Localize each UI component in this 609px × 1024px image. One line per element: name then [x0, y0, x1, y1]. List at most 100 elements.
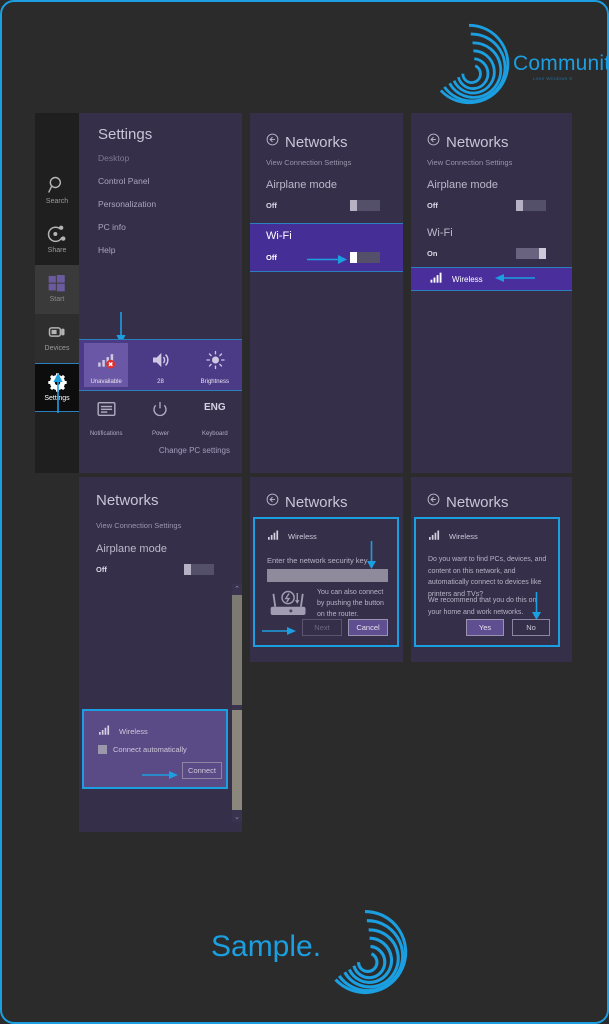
swirl-logo-icon	[425, 20, 513, 113]
wifi-signal-icon	[428, 527, 441, 545]
system-tile-keyboard[interactable]: ENG Keyboard	[193, 395, 237, 439]
sidebar-label: Devices	[44, 345, 70, 352]
wifi-state: On	[427, 249, 438, 258]
annotation-arrow-right	[307, 252, 347, 270]
sample-title: Sample.	[211, 930, 322, 963]
settings-item-pc-info[interactable]: PC info	[98, 222, 126, 232]
quick-tile-network[interactable]: Unavailable	[84, 343, 129, 387]
share-icon	[35, 222, 79, 246]
airplane-mode-toggle[interactable]	[350, 200, 380, 211]
airplane-mode-state: Off	[266, 201, 277, 210]
wifi-toggle[interactable]	[516, 248, 546, 259]
windows-icon	[35, 271, 79, 295]
router-hint: You can also connect by pushing the butt…	[317, 589, 384, 618]
settings-item-personalization[interactable]: Personalization	[98, 199, 156, 209]
airplane-mode-state: Off	[427, 201, 438, 210]
connect-button[interactable]: Connect	[182, 762, 222, 779]
cancel-button[interactable]: Cancel	[348, 619, 388, 636]
network-name: Wireless	[452, 274, 483, 284]
yes-button[interactable]: Yes	[466, 619, 504, 636]
page-root: Community Love Windows 8 Search S	[0, 0, 609, 1024]
page-title: Networks	[285, 133, 348, 151]
brand-subtitle: Love Windows 8	[533, 76, 573, 81]
system-tile-power[interactable]: Power	[138, 395, 182, 439]
network-name: Wireless	[288, 531, 317, 541]
connect-flyout: Wireless Connect automatically Connect	[82, 709, 228, 789]
page-title: Settings	[98, 126, 153, 143]
annotation-arrow-right	[142, 767, 178, 785]
networks-panel-wifi-on: Networks View Connection Settings Airpla…	[411, 113, 572, 473]
wifi-toggle[interactable]	[350, 252, 380, 263]
view-connection-settings-link[interactable]: View Connection Settings	[266, 158, 351, 167]
wifi-label: Wi-Fi	[427, 227, 453, 239]
network-list-item-wireless[interactable]: Wireless	[411, 267, 572, 291]
view-connection-settings-link[interactable]: View Connection Settings	[427, 158, 512, 167]
scrollbar-thumb[interactable]	[232, 595, 242, 705]
system-tile-label: Keyboard	[201, 431, 228, 437]
wifi-signal-icon	[98, 722, 111, 740]
sidebar-label: Search	[45, 198, 69, 205]
keyboard-language: ENG	[203, 402, 226, 413]
wifi-label: Wi-Fi	[266, 230, 292, 242]
view-connection-settings-link[interactable]: View Connection Settings	[96, 521, 181, 530]
settings-item-help[interactable]: Help	[98, 245, 115, 255]
back-icon[interactable]	[266, 493, 279, 511]
annotation-arrow-up	[52, 373, 64, 418]
networks-panel-wifi-off: Networks View Connection Settings Airpla…	[250, 113, 403, 473]
wifi-signal-icon	[430, 270, 443, 288]
back-icon[interactable]	[427, 133, 440, 151]
quick-tile-label: Unavailable	[90, 379, 122, 385]
airplane-mode-toggle[interactable]	[516, 200, 546, 211]
quick-tile-volume[interactable]: 28	[138, 343, 182, 387]
airplane-mode-label: Airplane mode	[96, 543, 167, 555]
community-logo: Community Love Windows 8	[397, 16, 607, 108]
page-title: Networks	[446, 493, 509, 511]
wifi-signal-icon	[267, 527, 280, 545]
back-icon[interactable]	[427, 493, 440, 511]
settings-charm-panel: Settings Desktop Control Panel Personali…	[79, 113, 242, 473]
sidebar-item-share[interactable]: Share	[35, 216, 79, 265]
annotation-arrow-right	[262, 623, 296, 641]
system-tile-notifications[interactable]: Notifications	[84, 395, 128, 439]
sidebar-label: Start	[49, 296, 65, 303]
scroll-up-icon[interactable]: ⌃	[232, 585, 242, 593]
airplane-mode-state: Off	[96, 565, 107, 574]
wifi-state: Off	[266, 253, 277, 262]
charms-bar: Search Share Start Devices Settings	[35, 113, 79, 473]
quick-settings-row: Unavailable 28 Brightness	[79, 339, 242, 391]
search-icon	[35, 173, 79, 197]
networks-panel-sharing: Networks Wireless Do you want to find PC…	[411, 477, 572, 662]
sidebar-item-devices[interactable]: Devices	[35, 314, 79, 363]
quick-tile-label: 28	[157, 379, 164, 385]
scroll-down-icon[interactable]: ⌄	[232, 813, 242, 821]
page-title: Networks	[96, 492, 159, 509]
wifi-row[interactable]: Wi-Fi Off	[250, 223, 403, 272]
brand-title: Community	[513, 52, 607, 75]
airplane-mode-label: Airplane mode	[266, 179, 337, 191]
quick-tile-brightness[interactable]: Brightness	[193, 343, 237, 387]
devices-icon	[35, 320, 79, 344]
back-icon[interactable]	[266, 133, 279, 151]
no-button[interactable]: No	[512, 619, 550, 636]
connect-automatically-checkbox[interactable]	[98, 745, 107, 754]
sample-watermark: Sample.	[207, 904, 408, 1000]
network-name: Wireless	[449, 531, 478, 541]
settings-item-control-panel[interactable]: Control Panel	[98, 176, 150, 186]
sidebar-item-start[interactable]: Start	[35, 265, 79, 314]
annotation-arrow-left	[494, 270, 535, 288]
settings-item-desktop[interactable]: Desktop	[98, 153, 129, 163]
page-title: Networks	[285, 493, 348, 511]
next-button[interactable]: Next	[302, 619, 342, 636]
security-key-input[interactable]	[267, 569, 388, 582]
security-key-flyout: Wireless Enter the network security key	[253, 517, 399, 647]
sharing-flyout: Wireless Do you want to find PCs, device…	[414, 517, 560, 647]
sidebar-item-search[interactable]: Search	[35, 167, 79, 216]
networks-panel-security-key: Networks Wireless Enter the network secu…	[250, 477, 403, 662]
scrollbar-thumb-lower[interactable]	[232, 710, 242, 810]
airplane-mode-toggle[interactable]	[184, 564, 214, 575]
page-title: Networks	[446, 133, 509, 151]
change-pc-settings-link[interactable]: Change PC settings	[159, 446, 230, 455]
system-tile-label: Power	[151, 431, 169, 437]
sidebar-label: Share	[47, 247, 67, 254]
system-tile-label: Notifications	[89, 431, 123, 437]
